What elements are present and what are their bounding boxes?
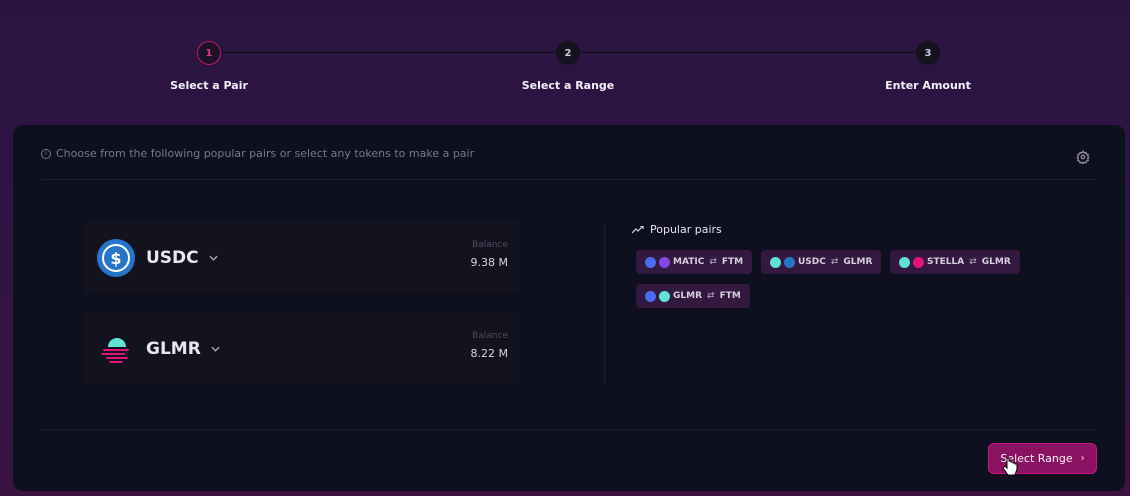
pair-token-b: FTM bbox=[721, 257, 744, 267]
balance-label: Balance bbox=[472, 331, 508, 341]
chevron-down-icon bbox=[211, 346, 220, 352]
pair-token-a: MATIC bbox=[673, 257, 705, 267]
glmr-icon bbox=[659, 290, 670, 302]
stella-icon bbox=[913, 256, 924, 268]
divider bbox=[41, 179, 1097, 180]
step-label: Select a Pair bbox=[170, 79, 248, 92]
token-selector-usdc[interactable]: $ USDC Balance 9.38 M bbox=[83, 221, 521, 294]
glmr-icon bbox=[101, 338, 129, 363]
pair-token-b: FTM bbox=[719, 291, 741, 301]
pair-stella-glmr[interactable]: STELLA ⇄ GLMR bbox=[890, 250, 1020, 274]
gear-icon[interactable] bbox=[1076, 150, 1090, 164]
token-symbol: USDC bbox=[146, 248, 199, 268]
swap-arrows-icon: ⇄ bbox=[830, 257, 839, 267]
pair-token-a: STELLA bbox=[927, 257, 965, 267]
pair-token-b: GLMR bbox=[843, 257, 873, 267]
trending-up-icon bbox=[632, 225, 644, 233]
swap-arrows-icon: ⇄ bbox=[707, 291, 715, 301]
pair-token-b: GLMR bbox=[981, 257, 1011, 267]
pair-token-a: GLMR bbox=[673, 291, 703, 301]
swap-arrows-icon: ⇄ bbox=[969, 257, 977, 267]
step-enter-amount[interactable]: 3 Enter Amount bbox=[848, 41, 1008, 92]
swap-arrows-icon: ⇄ bbox=[709, 257, 717, 267]
balance-value: 9.38 M bbox=[470, 256, 508, 269]
step-number: 2 bbox=[556, 41, 580, 65]
step-number: 1 bbox=[197, 41, 221, 65]
step-label: Enter Amount bbox=[885, 79, 971, 92]
pair-selection-card: i Choose from the following popular pair… bbox=[13, 125, 1125, 491]
pair-matic-ftm[interactable]: MATIC ⇄ FTM bbox=[636, 250, 753, 274]
glmr-icon bbox=[899, 256, 910, 268]
stepper: 1 Select a Pair 2 Select a Range 3 Enter… bbox=[0, 0, 1130, 120]
svg-text:$: $ bbox=[110, 249, 121, 268]
vertical-divider bbox=[604, 223, 605, 385]
matic-icon bbox=[659, 256, 670, 268]
chevron-down-icon bbox=[209, 255, 218, 261]
usdc-icon bbox=[784, 256, 795, 268]
hand-cursor-icon bbox=[1002, 457, 1018, 476]
ftm-icon bbox=[645, 256, 656, 268]
ftm-icon bbox=[645, 290, 656, 302]
step-label: Select a Range bbox=[521, 79, 615, 92]
info-message: i Choose from the following popular pair… bbox=[41, 147, 474, 160]
pair-token-a: USDC bbox=[798, 257, 826, 267]
popular-pairs-title: Popular pairs bbox=[650, 223, 722, 236]
balance-label: Balance bbox=[472, 240, 508, 250]
step-select-range[interactable]: 2 Select a Range bbox=[488, 41, 648, 92]
step-number: 3 bbox=[916, 41, 940, 65]
info-text: Choose from the following popular pairs … bbox=[56, 147, 475, 160]
step-select-pair[interactable]: 1 Select a Pair bbox=[129, 41, 289, 92]
token-selector-glmr[interactable]: GLMR Balance 8.22 M bbox=[83, 312, 521, 385]
pair-glmr-ftm[interactable]: GLMR ⇄ FTM bbox=[636, 284, 750, 308]
glmr-icon bbox=[770, 256, 781, 268]
pair-usdc-glmr[interactable]: USDC ⇄ GLMR bbox=[761, 250, 882, 274]
usdc-icon: $ bbox=[97, 239, 135, 277]
divider bbox=[41, 429, 1097, 430]
balance-value: 8.22 M bbox=[470, 347, 508, 360]
info-icon: i bbox=[41, 148, 51, 159]
popular-pairs-heading: Popular pairs bbox=[632, 223, 722, 236]
chevron-right-icon: › bbox=[1080, 453, 1085, 464]
token-symbol: GLMR bbox=[146, 339, 201, 359]
